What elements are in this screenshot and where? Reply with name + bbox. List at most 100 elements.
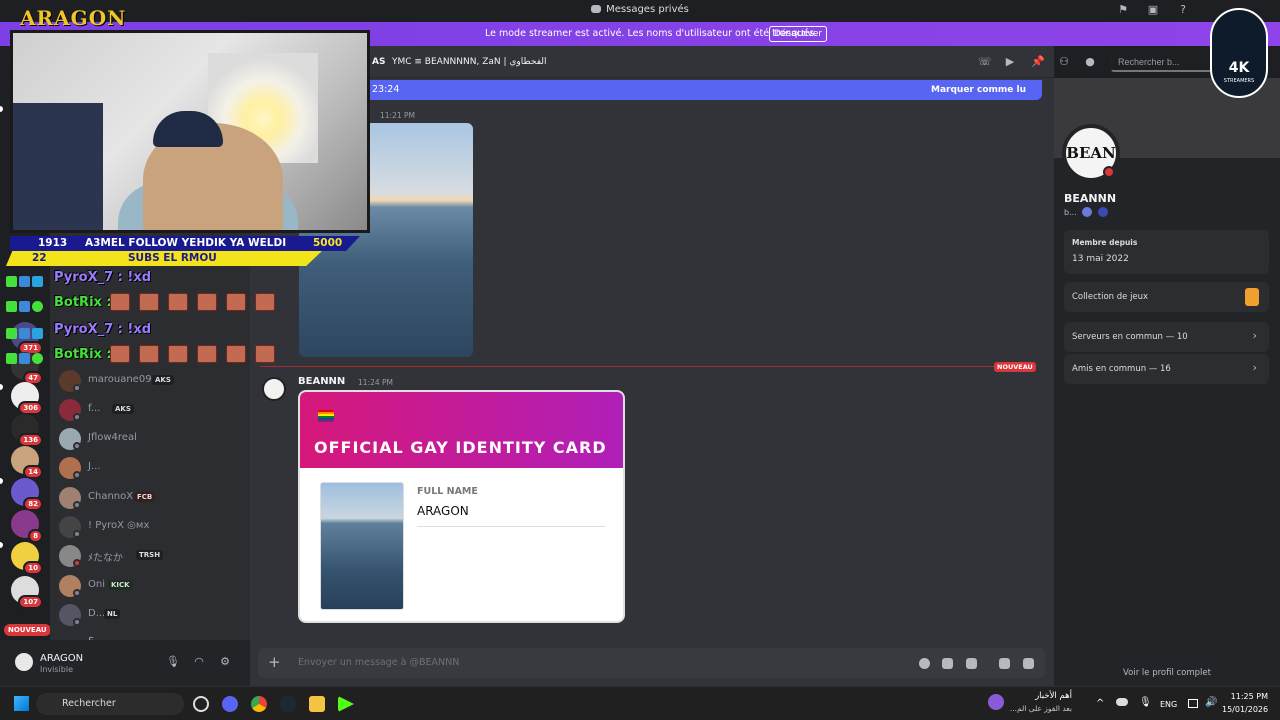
status-dot [73, 618, 81, 626]
unread-pill [0, 384, 3, 390]
plus-icon[interactable]: + [268, 654, 281, 670]
server-icon[interactable]: 8 [11, 510, 43, 543]
emoji-icon[interactable] [1023, 658, 1034, 669]
windows-start-icon[interactable] [14, 696, 29, 711]
server-icon[interactable]: 306 [11, 382, 43, 415]
discord-icon [591, 5, 602, 13]
server-icon[interactable]: 107 [11, 576, 43, 609]
file-explorer-icon[interactable] [309, 696, 325, 712]
language-indicator[interactable]: ENG [1160, 700, 1177, 709]
avatar[interactable] [13, 651, 35, 673]
dm-item[interactable]: ChannoX FCB [58, 485, 244, 511]
4k-streamers-badge: 4K STREAMERS [1210, 8, 1268, 98]
status-dot [73, 559, 81, 567]
webcam-overlay [10, 30, 370, 233]
rainbow-flag-icon [318, 410, 334, 422]
dm-item[interactable]: marouane09 AKS [58, 368, 244, 394]
add-member-icon[interactable]: ⚇ [1058, 56, 1070, 68]
news-title[interactable]: أهم الأخبار [1008, 691, 1072, 701]
unread-pill [0, 106, 3, 112]
status-dot [73, 589, 81, 597]
message-input[interactable]: Envoyer un message à @BEANNN [298, 657, 459, 668]
dm-item[interactable]: F [58, 630, 244, 640]
user-profile-icon[interactable]: ● [1084, 56, 1096, 68]
emote [110, 345, 130, 363]
member-since-card: Membre depuis 13 mai 2022 [1064, 230, 1269, 274]
clock-time[interactable]: 11:25 PM [1226, 692, 1268, 701]
gear-icon[interactable]: ⚙ [219, 656, 231, 668]
dm-item[interactable]: f... AKS [58, 397, 244, 423]
view-full-profile-link[interactable]: Voir le profil complet [1054, 668, 1280, 678]
pin-icon[interactable]: 📌 [1031, 56, 1045, 68]
dm-item[interactable]: ﾒたなか TRSH [58, 543, 244, 569]
user-panel: ARAGON Invisible 🎙 ◠ ⚙ [0, 640, 250, 686]
new-label: NOUVEAU [994, 362, 1036, 372]
window-title: Messages privés [606, 4, 689, 15]
follow-goal-bar: 1913 A3MEL FOLLOW YEHDIK YA WELDI 5000 [10, 236, 360, 251]
search-input[interactable] [1110, 52, 1215, 72]
server-icon[interactable]: 82 [11, 478, 43, 511]
badge-icon[interactable] [1098, 207, 1108, 217]
identity-card-image[interactable]: OFFICIAL GAY IDENTITY CARD FULL NAME ARA… [298, 390, 625, 623]
badge-icon[interactable] [1082, 207, 1092, 217]
chevron-up-icon[interactable]: ^ [1096, 698, 1104, 709]
card-field-label: FULL NAME [417, 486, 478, 497]
mutual-friends-row[interactable]: Amis en commun — 16 › [1064, 354, 1269, 384]
dm-item[interactable]: D... NL [58, 602, 244, 628]
message-author[interactable]: BEANNN [298, 376, 345, 387]
emote [226, 345, 246, 363]
new-messages-bar[interactable]: 23:24 Marquer comme lu [362, 80, 1042, 100]
flag-icon[interactable]: ⚑ [1117, 4, 1129, 16]
title-bar: Messages privés ⚑ ▣ ? [0, 0, 1280, 22]
news-widget-icon[interactable] [988, 694, 1004, 710]
emote [168, 293, 188, 311]
server-icon[interactable]: 14 [11, 446, 43, 479]
volume-icon[interactable]: 🔊 [1205, 697, 1217, 708]
microphone-icon[interactable]: 🎙 [1139, 697, 1152, 708]
chat-header: AS YMC ≡ BEANNNNN, ZaN | الفحطاوي ☏ ▶ 📌 [250, 46, 1054, 78]
inbox-icon[interactable]: ▣ [1147, 4, 1159, 16]
onedrive-icon[interactable] [1116, 698, 1128, 706]
taskbar-search[interactable]: Rechercher [36, 693, 184, 715]
sticker-icon[interactable] [966, 658, 977, 669]
steam-app-icon[interactable] [280, 696, 296, 712]
headphones-icon[interactable]: ◠ [193, 656, 205, 668]
gift-icon[interactable] [919, 658, 930, 669]
status-dot [73, 471, 81, 479]
clock-date[interactable]: 15/01/2026 [1222, 705, 1268, 714]
avatar[interactable] [262, 377, 286, 401]
message-time: 11:21 PM [380, 111, 415, 120]
dm-item[interactable]: ! PyroX ◎мx [58, 514, 244, 540]
chat-badges [6, 324, 50, 339]
profile-username: b... [1064, 208, 1077, 217]
games-collection-card[interactable]: Collection de jeux [1064, 282, 1269, 312]
mark-as-read-button[interactable]: Marquer comme lu [931, 85, 1026, 95]
message-composer: + Envoyer un message à @BEANNN [258, 648, 1045, 678]
stream-chat-line: PyroX_7 : !xd [6, 320, 306, 342]
apps-icon[interactable] [999, 658, 1010, 669]
task-view-icon[interactable] [193, 696, 209, 712]
dm-item[interactable]: J... [58, 455, 244, 481]
mutual-servers-row[interactable]: Serveurs en commun — 10 › [1064, 322, 1269, 352]
server-icon[interactable]: 136 [11, 414, 43, 447]
dm-item[interactable]: Jflow4real [58, 426, 244, 452]
status-dot [73, 530, 81, 538]
news-subtitle[interactable]: بعد الفوز على الم... [1008, 704, 1072, 713]
new-divider [260, 366, 1000, 367]
discord-app-icon[interactable] [222, 696, 238, 712]
network-icon[interactable] [1188, 699, 1198, 708]
unread-pill [0, 542, 3, 548]
microphone-icon[interactable]: 🎙 [166, 656, 180, 668]
gif-icon[interactable] [942, 658, 953, 669]
chat-badges [6, 297, 50, 312]
emote [197, 293, 217, 311]
disable-streamer-button[interactable]: Désactiver [769, 26, 827, 42]
chrome-app-icon[interactable] [251, 696, 267, 712]
server-icon[interactable]: 10 [11, 542, 43, 575]
user-name: ARAGON [40, 653, 84, 664]
phone-icon[interactable]: ☏ [978, 56, 992, 68]
group-names[interactable]: YMC ≡ BEANNNNN, ZaN | الفحطاوي [392, 57, 547, 67]
dm-item[interactable]: Oni KICK [58, 573, 244, 599]
help-icon[interactable]: ? [1177, 4, 1189, 16]
video-icon[interactable]: ▶ [1004, 56, 1016, 68]
